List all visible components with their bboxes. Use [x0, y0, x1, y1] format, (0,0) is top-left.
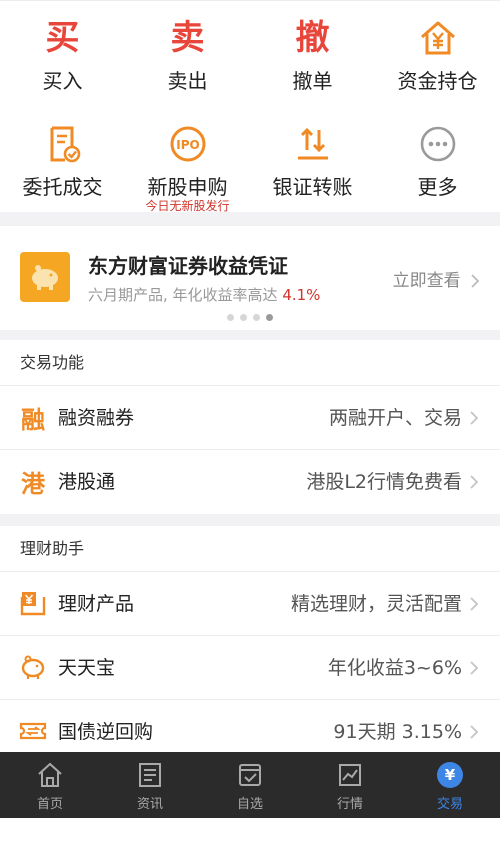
orders-trades-button[interactable]: 委托成交	[0, 113, 125, 213]
ticket-icon	[19, 722, 47, 740]
more-dots-icon	[420, 126, 455, 162]
chevron-right-icon	[470, 725, 479, 739]
tab-market[interactable]: 行情	[300, 752, 400, 818]
ipo-notice: 今日无新股发行	[145, 199, 230, 213]
banner-pagination	[0, 314, 500, 321]
sell-icon: 卖	[170, 18, 205, 58]
ipo-subscribe-button[interactable]: IPO 新股申购 今日无新股发行	[125, 113, 250, 213]
tiantianbao-row[interactable]: 天天宝 年化收益3~6%	[0, 636, 500, 700]
chevron-right-icon	[471, 274, 480, 288]
row-value: 精选理财，灵活配置	[290, 593, 462, 615]
banner-rate: 4.1%	[282, 286, 321, 304]
system-navigation-bar	[0, 818, 500, 843]
trading-section: 交易功能 融 融资融券 两融开户、交易 港 港股通 港股L2行情免费看	[0, 340, 500, 514]
margin-trading-row[interactable]: 融 融资融券 两融开户、交易	[0, 386, 500, 450]
chevron-right-icon	[470, 597, 479, 611]
more-label: 更多	[417, 175, 458, 199]
row-title: 天天宝	[58, 657, 116, 679]
news-icon	[139, 763, 161, 787]
pagination-dot[interactable]	[240, 314, 247, 321]
wealth-section: 理财助手 理财产品 精选理财，灵活配置 天天宝 年化收益3~6% 国债逆回购 9…	[0, 526, 500, 764]
cancel-order-icon: 撤	[295, 18, 330, 58]
hk-stock-icon: 港	[21, 469, 45, 498]
sell-label: 卖出	[167, 69, 208, 93]
hk-connect-row[interactable]: 港 港股通 港股L2行情免费看	[0, 450, 500, 514]
quick-actions-row-1: 买 买入 卖 卖出 撤 撤单 资金持仓	[0, 7, 500, 107]
margin-icon: 融	[21, 405, 45, 434]
ipo-subscribe-label: 新股申购	[147, 175, 228, 199]
row-value: 两融开户、交易	[328, 407, 462, 429]
orders-trades-label: 委托成交	[22, 175, 103, 199]
pagination-dot[interactable]	[227, 314, 234, 321]
quick-actions-row-2: 委托成交 IPO 新股申购 今日无新股发行 银证转账 更多	[0, 113, 500, 213]
tab-label: 交易	[436, 797, 463, 812]
trading-section-heading: 交易功能	[0, 340, 500, 386]
banner-subtitle: 六月期产品, 年化收益率高达 4.1%	[88, 284, 320, 305]
row-value: 港股L2行情免费看	[306, 471, 462, 493]
tab-home[interactable]: 首页	[0, 752, 100, 818]
transfer-arrows-icon	[297, 127, 328, 160]
buy-icon: 买	[45, 18, 80, 58]
ipo-badge-text: IPO	[176, 138, 199, 152]
wealth-section-heading: 理财助手	[0, 526, 500, 572]
banner-subtitle-text: 六月期产品, 年化收益率高达	[88, 286, 283, 304]
trade-yen-icon: ¥	[437, 762, 463, 788]
cancel-order-button[interactable]: 撤 撤单	[250, 7, 375, 107]
wealth-products-row[interactable]: 理财产品 精选理财，灵活配置	[0, 572, 500, 636]
document-check-icon	[50, 126, 80, 163]
funds-positions-button[interactable]: 资金持仓	[375, 7, 500, 107]
bank-transfer-label: 银证转账	[272, 175, 353, 199]
cancel-order-label: 撤单	[292, 69, 333, 93]
piggy-bank-icon	[21, 655, 45, 679]
banner-title: 东方财富证券收益凭证	[88, 254, 288, 278]
row-value: 年化收益3~6%	[327, 657, 462, 679]
ipo-icon: IPO	[170, 126, 205, 162]
home-icon	[38, 762, 62, 787]
buy-button[interactable]: 买 买入	[0, 7, 125, 107]
bank-transfer-button[interactable]: 银证转账	[250, 113, 375, 213]
pagination-dot-active[interactable]	[266, 314, 273, 321]
banner-view-link[interactable]: 立即查看	[393, 266, 480, 291]
wealth-product-icon	[20, 592, 46, 616]
house-yen-icon	[420, 21, 455, 55]
tab-news[interactable]: 资讯	[100, 752, 200, 818]
chevron-right-icon	[470, 411, 479, 425]
buy-label: 买入	[42, 69, 83, 93]
tab-label: 资讯	[136, 797, 163, 812]
tab-label: 首页	[36, 797, 63, 812]
row-title: 港股通	[58, 471, 116, 493]
chevron-right-icon	[470, 475, 479, 489]
sell-button[interactable]: 卖 卖出	[125, 7, 250, 107]
row-title: 融资融券	[58, 407, 135, 429]
promo-banner[interactable]: 东方财富证券收益凭证 六月期产品, 年化收益率高达 4.1% 立即查看	[0, 226, 500, 330]
banner-link-text: 立即查看	[392, 271, 461, 291]
quick-actions-panel: 买 买入 卖 卖出 撤 撤单 资金持仓 委托成交 IPO 新股申购 今日无新股发…	[0, 0, 500, 213]
row-title: 理财产品	[58, 593, 135, 615]
pagination-dot[interactable]	[253, 314, 260, 321]
tab-watchlist[interactable]: 自选	[200, 752, 300, 818]
watchlist-icon	[239, 764, 261, 786]
trade-tab-glyph: ¥	[445, 766, 456, 784]
bottom-tab-bar: 首页 资讯 自选 行情 ¥ 交易	[0, 752, 500, 818]
market-chart-icon	[339, 764, 361, 786]
more-button[interactable]: 更多	[375, 113, 500, 213]
tab-trade[interactable]: ¥ 交易	[400, 752, 500, 818]
piggy-bank-icon	[20, 252, 70, 302]
tab-label: 自选	[236, 797, 263, 812]
tab-label: 行情	[336, 797, 363, 812]
chevron-right-icon	[470, 661, 479, 675]
funds-positions-label: 资金持仓	[397, 69, 478, 93]
